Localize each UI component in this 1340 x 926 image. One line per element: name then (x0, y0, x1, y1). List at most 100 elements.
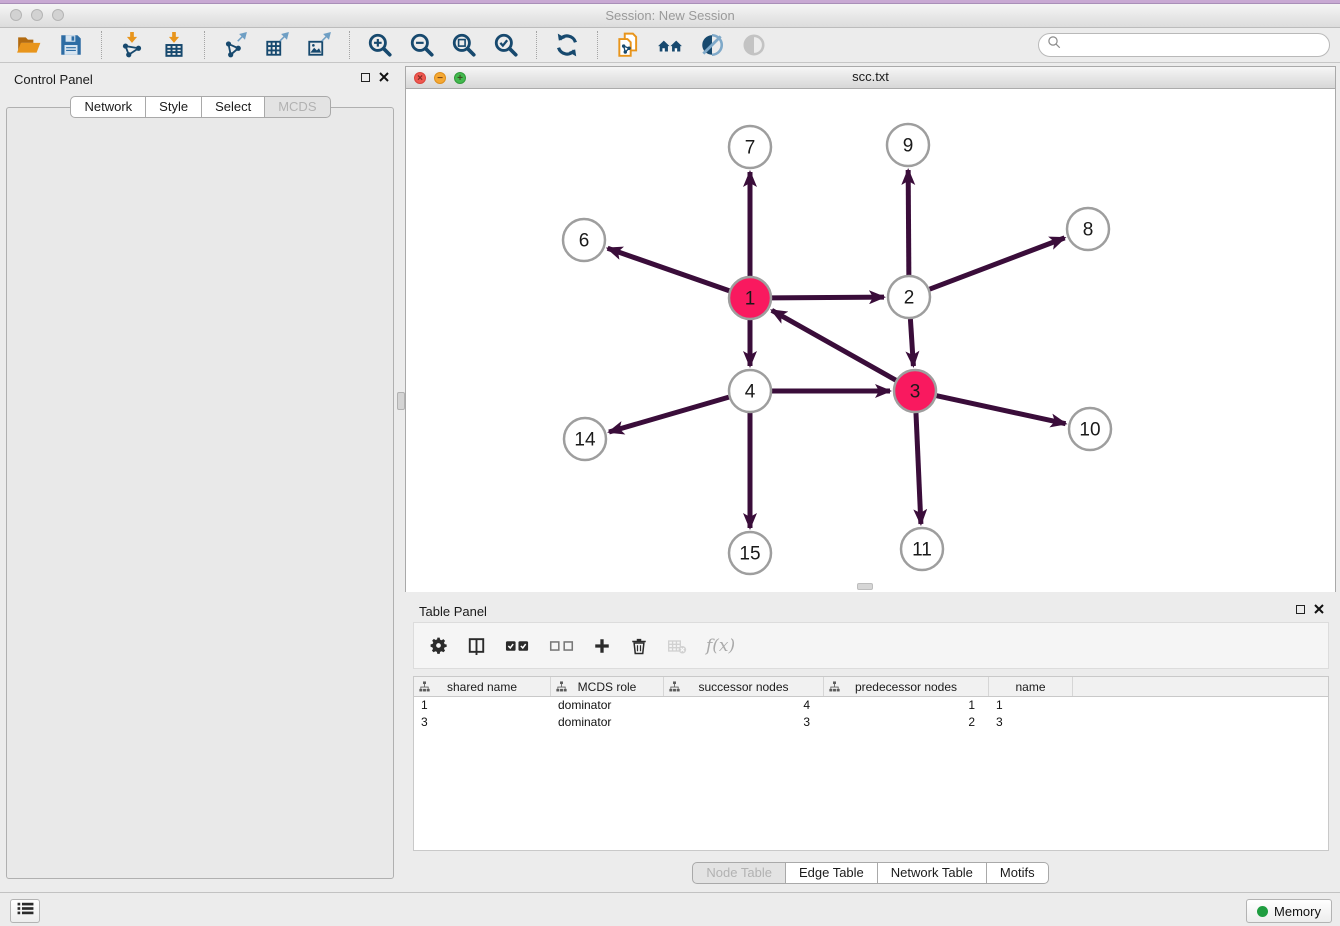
network-window-title: scc.txt (406, 67, 1335, 87)
vizmapper-icon[interactable] (694, 30, 730, 60)
horizontal-splitter-handle[interactable] (857, 583, 873, 590)
node-15[interactable]: 15 (729, 532, 771, 574)
toolbar-separator (349, 31, 350, 59)
edge-3-1[interactable] (772, 310, 896, 380)
node-11[interactable]: 11 (901, 528, 943, 570)
add-row-icon[interactable] (593, 637, 611, 655)
edge-3-10[interactable] (936, 396, 1065, 424)
node-7[interactable]: 7 (729, 126, 771, 168)
tab-network-table[interactable]: Network Table (878, 862, 987, 884)
hierarchy-icon (829, 681, 840, 695)
control-panel-title: Control Panel (14, 72, 93, 87)
node-6[interactable]: 6 (563, 219, 605, 261)
table-panel-header: Table Panel (405, 595, 1336, 625)
table-row[interactable]: 3dominator323 (414, 714, 1328, 731)
tab-mcds[interactable]: MCDS (265, 96, 330, 118)
tab-style[interactable]: Style (146, 96, 202, 118)
clone-network-icon[interactable] (610, 30, 646, 60)
import-table-icon[interactable] (156, 30, 192, 60)
graphics-details-icon[interactable] (736, 30, 772, 60)
save-session-icon[interactable] (53, 30, 89, 60)
export-image-icon[interactable] (301, 30, 337, 60)
node-label: 15 (739, 544, 760, 565)
status-bar: Memory (0, 892, 1340, 926)
table-body: 1dominator4113dominator323 (414, 697, 1328, 731)
import-network-icon[interactable] (114, 30, 150, 60)
node-label: 1 (745, 289, 756, 310)
network-view-window: ×−+ scc.txt 7 9 6 8 1 2 4 3 14 10 15 11 (405, 66, 1336, 592)
table-tabs: Node TableEdge TableNetwork TableMotifs (405, 862, 1336, 884)
select-all-icon[interactable] (505, 638, 530, 654)
hierarchy-icon (419, 681, 430, 695)
control-panel-header: Control Panel (0, 63, 401, 93)
function-builder-icon[interactable]: f(x) (706, 636, 735, 656)
column-layout-icon[interactable] (467, 636, 486, 655)
search-box[interactable] (1038, 33, 1330, 57)
settings-gear-icon[interactable] (429, 636, 448, 655)
edge-2-3[interactable] (910, 319, 913, 366)
node-8[interactable]: 8 (1067, 208, 1109, 250)
float-panel-icon[interactable] (361, 73, 370, 82)
open-file-icon[interactable] (11, 30, 47, 60)
node-10[interactable]: 10 (1069, 408, 1111, 450)
node-4[interactable]: 4 (729, 370, 771, 412)
toolbar-separator (204, 31, 205, 59)
zoom-in-icon[interactable] (362, 30, 398, 60)
close-view-button[interactable]: × (414, 72, 426, 84)
cyndex-houses-icon[interactable] (652, 30, 688, 60)
table-toolbar: f(x) (413, 622, 1329, 669)
main-toolbar (0, 28, 1340, 63)
zoom-view-button[interactable]: + (454, 72, 466, 84)
tab-node-table[interactable]: Node Table (692, 862, 786, 884)
node-3[interactable]: 3 (894, 370, 936, 412)
node-1[interactable]: 1 (729, 277, 771, 319)
delete-row-icon[interactable] (630, 637, 648, 655)
hierarchy-icon (669, 681, 680, 695)
tab-network[interactable]: Network (70, 96, 146, 118)
refresh-icon[interactable] (549, 30, 585, 60)
node-2[interactable]: 2 (888, 276, 930, 318)
cell-shared-name: 3 (414, 714, 551, 731)
minimize-view-button[interactable]: − (434, 72, 446, 84)
network-window-titlebar: ×−+ scc.txt (406, 67, 1335, 89)
table-row[interactable]: 1dominator411 (414, 697, 1328, 714)
float-table-panel-icon[interactable] (1296, 605, 1305, 614)
close-table-panel-icon[interactable] (1314, 604, 1324, 614)
network-graph: 7 9 6 8 1 2 4 3 14 10 15 11 (406, 89, 1335, 593)
column-header-shared-name[interactable]: shared name (414, 677, 551, 696)
column-header-name[interactable]: name (989, 677, 1073, 696)
edge-1-2[interactable] (772, 297, 884, 298)
search-input[interactable] (1067, 37, 1329, 54)
delete-table-icon[interactable] (667, 636, 687, 656)
zoom-fit-icon[interactable] (446, 30, 482, 60)
close-panel-icon[interactable] (379, 72, 389, 82)
tab-motifs[interactable]: Motifs (987, 862, 1049, 884)
edge-4-14[interactable] (609, 397, 729, 432)
node-9[interactable]: 9 (887, 124, 929, 166)
column-header-mcds-role[interactable]: MCDS role (551, 677, 664, 696)
toolbar-separator (597, 31, 598, 59)
edge-2-9[interactable] (908, 170, 909, 275)
table-header-row: shared nameMCDS rolesuccessor nodesprede… (414, 677, 1328, 697)
cell-mcds-role: dominator (551, 714, 664, 731)
node-label: 8 (1083, 220, 1094, 241)
vertical-splitter-handle[interactable] (397, 392, 405, 410)
cell-shared-name: 1 (414, 697, 551, 714)
task-history-button[interactable] (10, 899, 40, 923)
deselect-all-icon[interactable] (549, 638, 574, 654)
edge-3-11[interactable] (916, 413, 921, 524)
edge-1-6[interactable] (608, 248, 730, 290)
column-header-successor-nodes[interactable]: successor nodes (664, 677, 824, 696)
export-network-icon[interactable] (217, 30, 253, 60)
export-table-icon[interactable] (259, 30, 295, 60)
tab-select[interactable]: Select (202, 96, 265, 118)
zoom-selected-icon[interactable] (488, 30, 524, 60)
network-canvas[interactable]: 7 9 6 8 1 2 4 3 14 10 15 11 (406, 89, 1335, 592)
column-header-predecessor-nodes[interactable]: predecessor nodes (824, 677, 989, 696)
edge-2-8[interactable] (930, 238, 1065, 289)
tab-edge-table[interactable]: Edge Table (786, 862, 878, 884)
memory-button[interactable]: Memory (1246, 899, 1332, 923)
node-14[interactable]: 14 (564, 418, 606, 460)
node-label: 6 (579, 231, 590, 252)
zoom-out-icon[interactable] (404, 30, 440, 60)
